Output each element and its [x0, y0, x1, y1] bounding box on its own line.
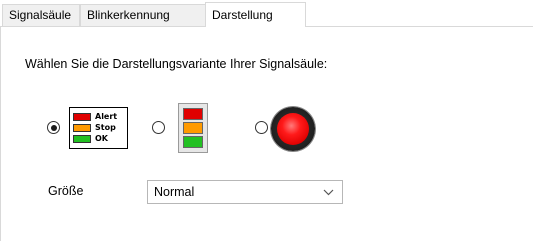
size-label: Größe	[48, 184, 84, 198]
signal-column-preview	[178, 103, 208, 153]
lamp-variant-preview	[271, 107, 315, 151]
column-orange-segment	[183, 122, 203, 134]
ok-label: OK	[95, 134, 108, 143]
alert-swatch	[73, 113, 91, 121]
variant-column-radio[interactable]	[152, 121, 165, 134]
tab-panel-darstellung: Wählen Sie die Darstellungsvariante Ihre…	[0, 27, 533, 241]
variant-prompt: Wählen Sie die Darstellungsvariante Ihre…	[25, 57, 328, 71]
tab-darstellung[interactable]: Darstellung	[205, 2, 306, 27]
stop-swatch	[73, 124, 91, 132]
legend-row-stop: Stop	[73, 123, 126, 133]
legend-row-ok: OK	[73, 134, 126, 144]
chevron-down-icon	[323, 182, 334, 210]
alert-label: Alert	[95, 112, 118, 121]
size-select[interactable]: Normal	[147, 180, 343, 204]
variant-lamp-radio[interactable]	[255, 121, 268, 134]
stop-label: Stop	[95, 123, 116, 132]
variant-legend-radio[interactable]	[47, 121, 60, 134]
tab-signalsaeule[interactable]: Signalsäule	[2, 4, 80, 26]
legend-row-alert: Alert	[73, 112, 126, 122]
tab-blinkerkennung[interactable]: Blinkerkennung	[80, 4, 206, 26]
ok-swatch	[73, 135, 91, 143]
legend-variant-preview: Alert Stop OK	[69, 107, 128, 149]
column-red-segment	[183, 108, 203, 120]
red-light-icon	[277, 113, 309, 145]
size-select-value: Normal	[154, 185, 195, 199]
column-green-segment	[183, 136, 203, 148]
tab-strip: Signalsäule Blinkerkennung Darstellung	[0, 0, 533, 27]
